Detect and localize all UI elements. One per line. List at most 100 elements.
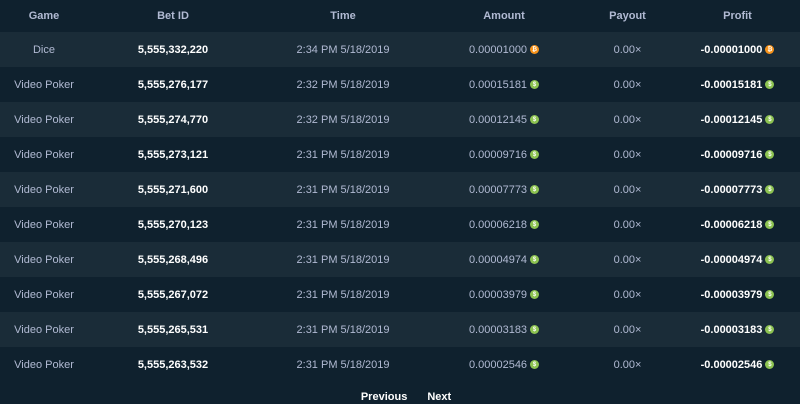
- profit-value: -0.00015181: [700, 78, 763, 91]
- game-name[interactable]: Video Poker: [0, 184, 88, 196]
- pagination: Previous Next: [0, 390, 800, 404]
- bet-time: 2:31 PM 5/18/2019: [296, 218, 390, 231]
- bet-time: 2:31 PM 5/18/2019: [296, 148, 390, 161]
- game-name[interactable]: Video Poker: [0, 149, 88, 161]
- bitcoin-cash-icon: $: [530, 80, 540, 89]
- bet-time: 2:31 PM 5/18/2019: [296, 323, 390, 336]
- amount-value: 0.00012145: [468, 113, 528, 126]
- bet-time: 2:31 PM 5/18/2019: [296, 358, 390, 371]
- amount-value: 0.00007773: [468, 183, 528, 196]
- bet-payout: 0.00×: [613, 148, 642, 161]
- amount-value: 0.00015181: [468, 78, 528, 91]
- table-row[interactable]: Video Poker 5,555,268,496 2:31 PM 5/18/201…: [0, 242, 800, 277]
- bet-id[interactable]: 5,555,267,072: [88, 289, 258, 301]
- previous-page-button[interactable]: Previous: [361, 391, 407, 403]
- bitcoin-cash-icon: $: [765, 325, 775, 334]
- bet-profit: -0.00004974 $: [675, 254, 800, 266]
- bet-id[interactable]: 5,555,263,532: [88, 359, 258, 371]
- bet-payout: 0.00×: [613, 183, 642, 196]
- bet-payout: 0.00×: [613, 288, 642, 301]
- profit-value: -0.00007773: [700, 183, 763, 196]
- bet-id[interactable]: 5,555,273,121: [88, 149, 258, 161]
- bet-profit: -0.00015181 $: [675, 79, 800, 91]
- bet-id[interactable]: 5,555,268,496: [88, 254, 258, 266]
- bet-payout: 0.00×: [613, 43, 642, 56]
- header-bet-id[interactable]: Bet ID: [88, 10, 258, 22]
- bet-payout: 0.00×: [613, 323, 642, 336]
- table-row[interactable]: Dice 5,555,332,220 2:34 PM 5/18/2019 0.0000…: [0, 32, 800, 67]
- game-name[interactable]: Video Poker: [0, 219, 88, 231]
- table-header: Game Bet ID Time Amount Payout Profit: [0, 0, 800, 32]
- bet-time: 2:32 PM 5/18/2019: [296, 113, 390, 126]
- bitcoin-cash-icon: $: [765, 80, 775, 89]
- bet-amount: 0.00003979 $: [428, 289, 580, 301]
- bitcoin-cash-icon: $: [530, 220, 540, 229]
- game-name[interactable]: Video Poker: [0, 79, 88, 91]
- table-row[interactable]: Video Poker 5,555,270,123 2:31 PM 5/18/201…: [0, 207, 800, 242]
- next-page-button[interactable]: Next: [427, 391, 451, 403]
- header-time[interactable]: Time: [258, 10, 428, 22]
- header-game[interactable]: Game: [0, 10, 88, 22]
- amount-value: 0.00003979: [468, 288, 528, 301]
- bet-id[interactable]: 5,555,265,531: [88, 324, 258, 336]
- game-name[interactable]: Video Poker: [0, 114, 88, 126]
- bitcoin-cash-icon: $: [765, 115, 775, 124]
- bitcoin-cash-icon: $: [530, 255, 540, 264]
- profit-value: -0.00002546: [700, 358, 763, 371]
- amount-value: 0.00003183: [468, 323, 528, 336]
- table-row[interactable]: Video Poker 5,555,276,177 2:32 PM 5/18/201…: [0, 67, 800, 102]
- profit-value: -0.00004974: [700, 253, 763, 266]
- game-name[interactable]: Dice: [0, 44, 88, 56]
- game-name[interactable]: Video Poker: [0, 289, 88, 301]
- bitcoin-cash-icon: $: [765, 360, 775, 369]
- bet-profit: -0.00006218 $: [675, 219, 800, 231]
- table-row[interactable]: Video Poker 5,555,273,121 2:31 PM 5/18/201…: [0, 137, 800, 172]
- bet-profit: -0.00012145 $: [675, 114, 800, 126]
- bet-amount: 0.00004974 $: [428, 254, 580, 266]
- table-row[interactable]: Video Poker 5,555,265,531 2:31 PM 5/18/201…: [0, 312, 800, 347]
- bitcoin-cash-icon: $: [765, 185, 775, 194]
- table-body: Dice 5,555,332,220 2:34 PM 5/18/2019 0.0000…: [0, 32, 800, 382]
- bet-time: 2:31 PM 5/18/2019: [296, 253, 390, 266]
- bitcoin-cash-icon: $: [530, 325, 540, 334]
- table-row[interactable]: Video Poker 5,555,267,072 2:31 PM 5/18/201…: [0, 277, 800, 312]
- bet-id[interactable]: 5,555,271,600: [88, 184, 258, 196]
- header-payout[interactable]: Payout: [580, 10, 675, 22]
- bitcoin-cash-icon: $: [765, 255, 775, 264]
- profit-value: -0.00001000: [700, 43, 763, 56]
- bet-id[interactable]: 5,555,276,177: [88, 79, 258, 91]
- table-row[interactable]: Video Poker 5,555,274,770 2:32 PM 5/18/201…: [0, 102, 800, 137]
- bet-profit: -0.00009716 $: [675, 149, 800, 161]
- profit-value: -0.00003183: [700, 323, 763, 336]
- bet-payout: 0.00×: [613, 253, 642, 266]
- profit-value: -0.00003979: [700, 288, 763, 301]
- bet-profit: -0.00001000 ₿: [675, 44, 800, 56]
- table-row[interactable]: Video Poker 5,555,263,532 2:31 PM 5/18/201…: [0, 347, 800, 382]
- bet-id[interactable]: 5,555,270,123: [88, 219, 258, 231]
- bet-profit: -0.00003979 $: [675, 289, 800, 301]
- game-name[interactable]: Video Poker: [0, 324, 88, 336]
- header-profit[interactable]: Profit: [675, 10, 800, 22]
- bet-time: 2:31 PM 5/18/2019: [296, 288, 390, 301]
- bet-id[interactable]: 5,555,332,220: [88, 44, 258, 56]
- bitcoin-icon: ₿: [530, 45, 540, 54]
- bet-amount: 0.00012145 $: [428, 114, 580, 126]
- bitcoin-cash-icon: $: [530, 150, 540, 159]
- bet-time: 2:34 PM 5/18/2019: [296, 43, 390, 56]
- bet-payout: 0.00×: [613, 113, 642, 126]
- bet-payout: 0.00×: [613, 358, 642, 371]
- bet-amount: 0.00015181 $: [428, 79, 580, 91]
- bet-amount: 0.00007773 $: [428, 184, 580, 196]
- bitcoin-cash-icon: $: [765, 150, 775, 159]
- header-amount[interactable]: Amount: [428, 10, 580, 22]
- bet-amount: 0.00009716 $: [428, 149, 580, 161]
- bet-id[interactable]: 5,555,274,770: [88, 114, 258, 126]
- bet-time: 2:31 PM 5/18/2019: [296, 183, 390, 196]
- bet-profit: -0.00002546 $: [675, 359, 800, 371]
- game-name[interactable]: Video Poker: [0, 359, 88, 371]
- table-row[interactable]: Video Poker 5,555,271,600 2:31 PM 5/18/201…: [0, 172, 800, 207]
- bet-payout: 0.00×: [613, 78, 642, 91]
- game-name[interactable]: Video Poker: [0, 254, 88, 266]
- bets-table: Game Bet ID Time Amount Payout Profit Di…: [0, 0, 800, 382]
- bet-amount: 0.00002546 $: [428, 359, 580, 371]
